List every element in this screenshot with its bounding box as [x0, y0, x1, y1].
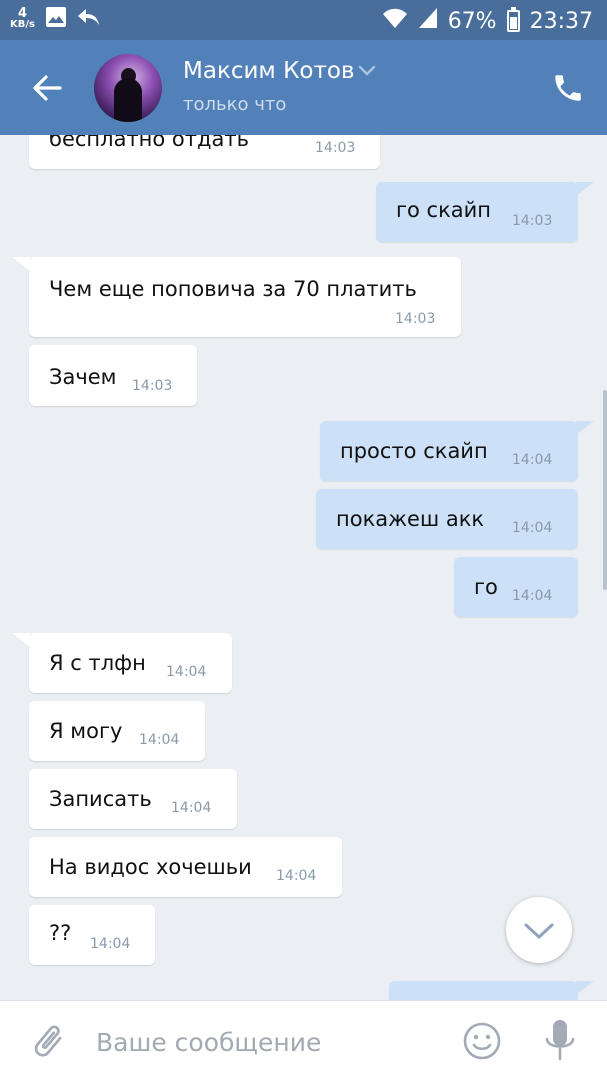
- call-button[interactable]: [548, 68, 588, 108]
- voice-message-button[interactable]: [540, 1017, 580, 1065]
- battery-percent: 67%: [447, 8, 497, 34]
- message-time: 14:04: [512, 520, 553, 536]
- message-time: 14:03: [132, 378, 173, 394]
- message-outgoing-partial[interactable]: [389, 981, 594, 1000]
- message-text: го скайп: [396, 198, 492, 222]
- back-arrow-icon: [33, 75, 62, 101]
- message-incoming[interactable]: ?? 14:04: [29, 905, 155, 965]
- message-incoming[interactable]: На видос хочешьи 14:04: [29, 837, 342, 897]
- scroll-to-bottom-button[interactable]: [506, 897, 572, 963]
- message-time: 14:04: [171, 800, 212, 816]
- scrollbar[interactable]: [603, 390, 607, 590]
- wifi-icon: [382, 7, 408, 35]
- message-outgoing[interactable]: просто скайп 14:04: [320, 421, 594, 481]
- message-text: Чем еще поповича за 70 платить: [49, 277, 417, 301]
- message-incoming[interactable]: Чем еще поповича за 70 платить 14:03: [12, 257, 461, 337]
- message-text: просто скайп: [340, 439, 488, 463]
- message-text: покажеш акк: [336, 507, 485, 531]
- message-incoming[interactable]: Зачем 14:03: [29, 345, 197, 406]
- message-text: го: [474, 575, 498, 599]
- attach-button[interactable]: [28, 1019, 68, 1063]
- chat-header: Максим Котов только что: [0, 40, 607, 135]
- message-text: Я с тлфн: [49, 651, 146, 675]
- back-button[interactable]: [22, 68, 70, 108]
- contact-status: только что: [183, 94, 287, 115]
- microphone-icon: [545, 1020, 575, 1061]
- message-composer: [0, 1000, 607, 1080]
- clock: 23:37: [529, 8, 593, 34]
- message-input[interactable]: [96, 1023, 436, 1061]
- chevron-down-icon: [524, 923, 554, 939]
- signal-icon: [418, 7, 438, 35]
- reply-icon: [77, 6, 101, 32]
- message-text: Записать: [49, 787, 152, 811]
- avatar[interactable]: [94, 54, 162, 122]
- message-incoming[interactable]: Я могу 14:04: [29, 701, 205, 761]
- message-time: 14:04: [512, 588, 553, 604]
- chevron-down-icon[interactable]: [357, 64, 377, 78]
- network-speed-unit: KB/s: [10, 19, 35, 30]
- message-text: Зачем: [49, 365, 117, 389]
- message-incoming[interactable]: бесплатно отдать 14:03: [29, 135, 380, 169]
- smiley-icon: [463, 1022, 501, 1060]
- message-outgoing[interactable]: го скайп 14:03: [376, 182, 594, 242]
- message-incoming[interactable]: Я с тлфн 14:04: [12, 633, 232, 693]
- message-time: 14:03: [315, 140, 356, 156]
- message-text: На видос хочешьи: [49, 855, 252, 879]
- battery-icon: [506, 7, 520, 32]
- message-time: 14:04: [276, 868, 317, 884]
- image-icon: [45, 6, 67, 32]
- emoji-button[interactable]: [462, 1021, 502, 1061]
- status-bar: 4 KB/s 67% 23:37: [0, 0, 607, 40]
- message-incoming[interactable]: Записать 14:04: [29, 769, 237, 829]
- message-text: Я могу: [49, 719, 123, 743]
- message-time: 14:03: [512, 213, 553, 229]
- message-list[interactable]: бесплатно отдать 14:03 го скайп 14:03 Че…: [0, 135, 607, 1000]
- paperclip-icon: [34, 1025, 62, 1057]
- message-time: 14:04: [166, 664, 207, 680]
- network-speed: 4 KB/s: [10, 6, 35, 30]
- message-text: ??: [49, 921, 72, 945]
- contact-name[interactable]: Максим Котов: [183, 58, 355, 84]
- message-time: 14:03: [395, 311, 436, 327]
- phone-icon: [555, 75, 581, 101]
- message-time: 14:04: [139, 732, 180, 748]
- network-speed-value: 4: [17, 6, 28, 21]
- message-time: 14:04: [512, 452, 553, 468]
- message-time: 14:04: [90, 936, 131, 952]
- message-text: бесплатно отдать: [49, 135, 250, 151]
- message-outgoing[interactable]: го 14:04: [454, 557, 578, 617]
- message-outgoing[interactable]: покажеш акк 14:04: [316, 489, 578, 549]
